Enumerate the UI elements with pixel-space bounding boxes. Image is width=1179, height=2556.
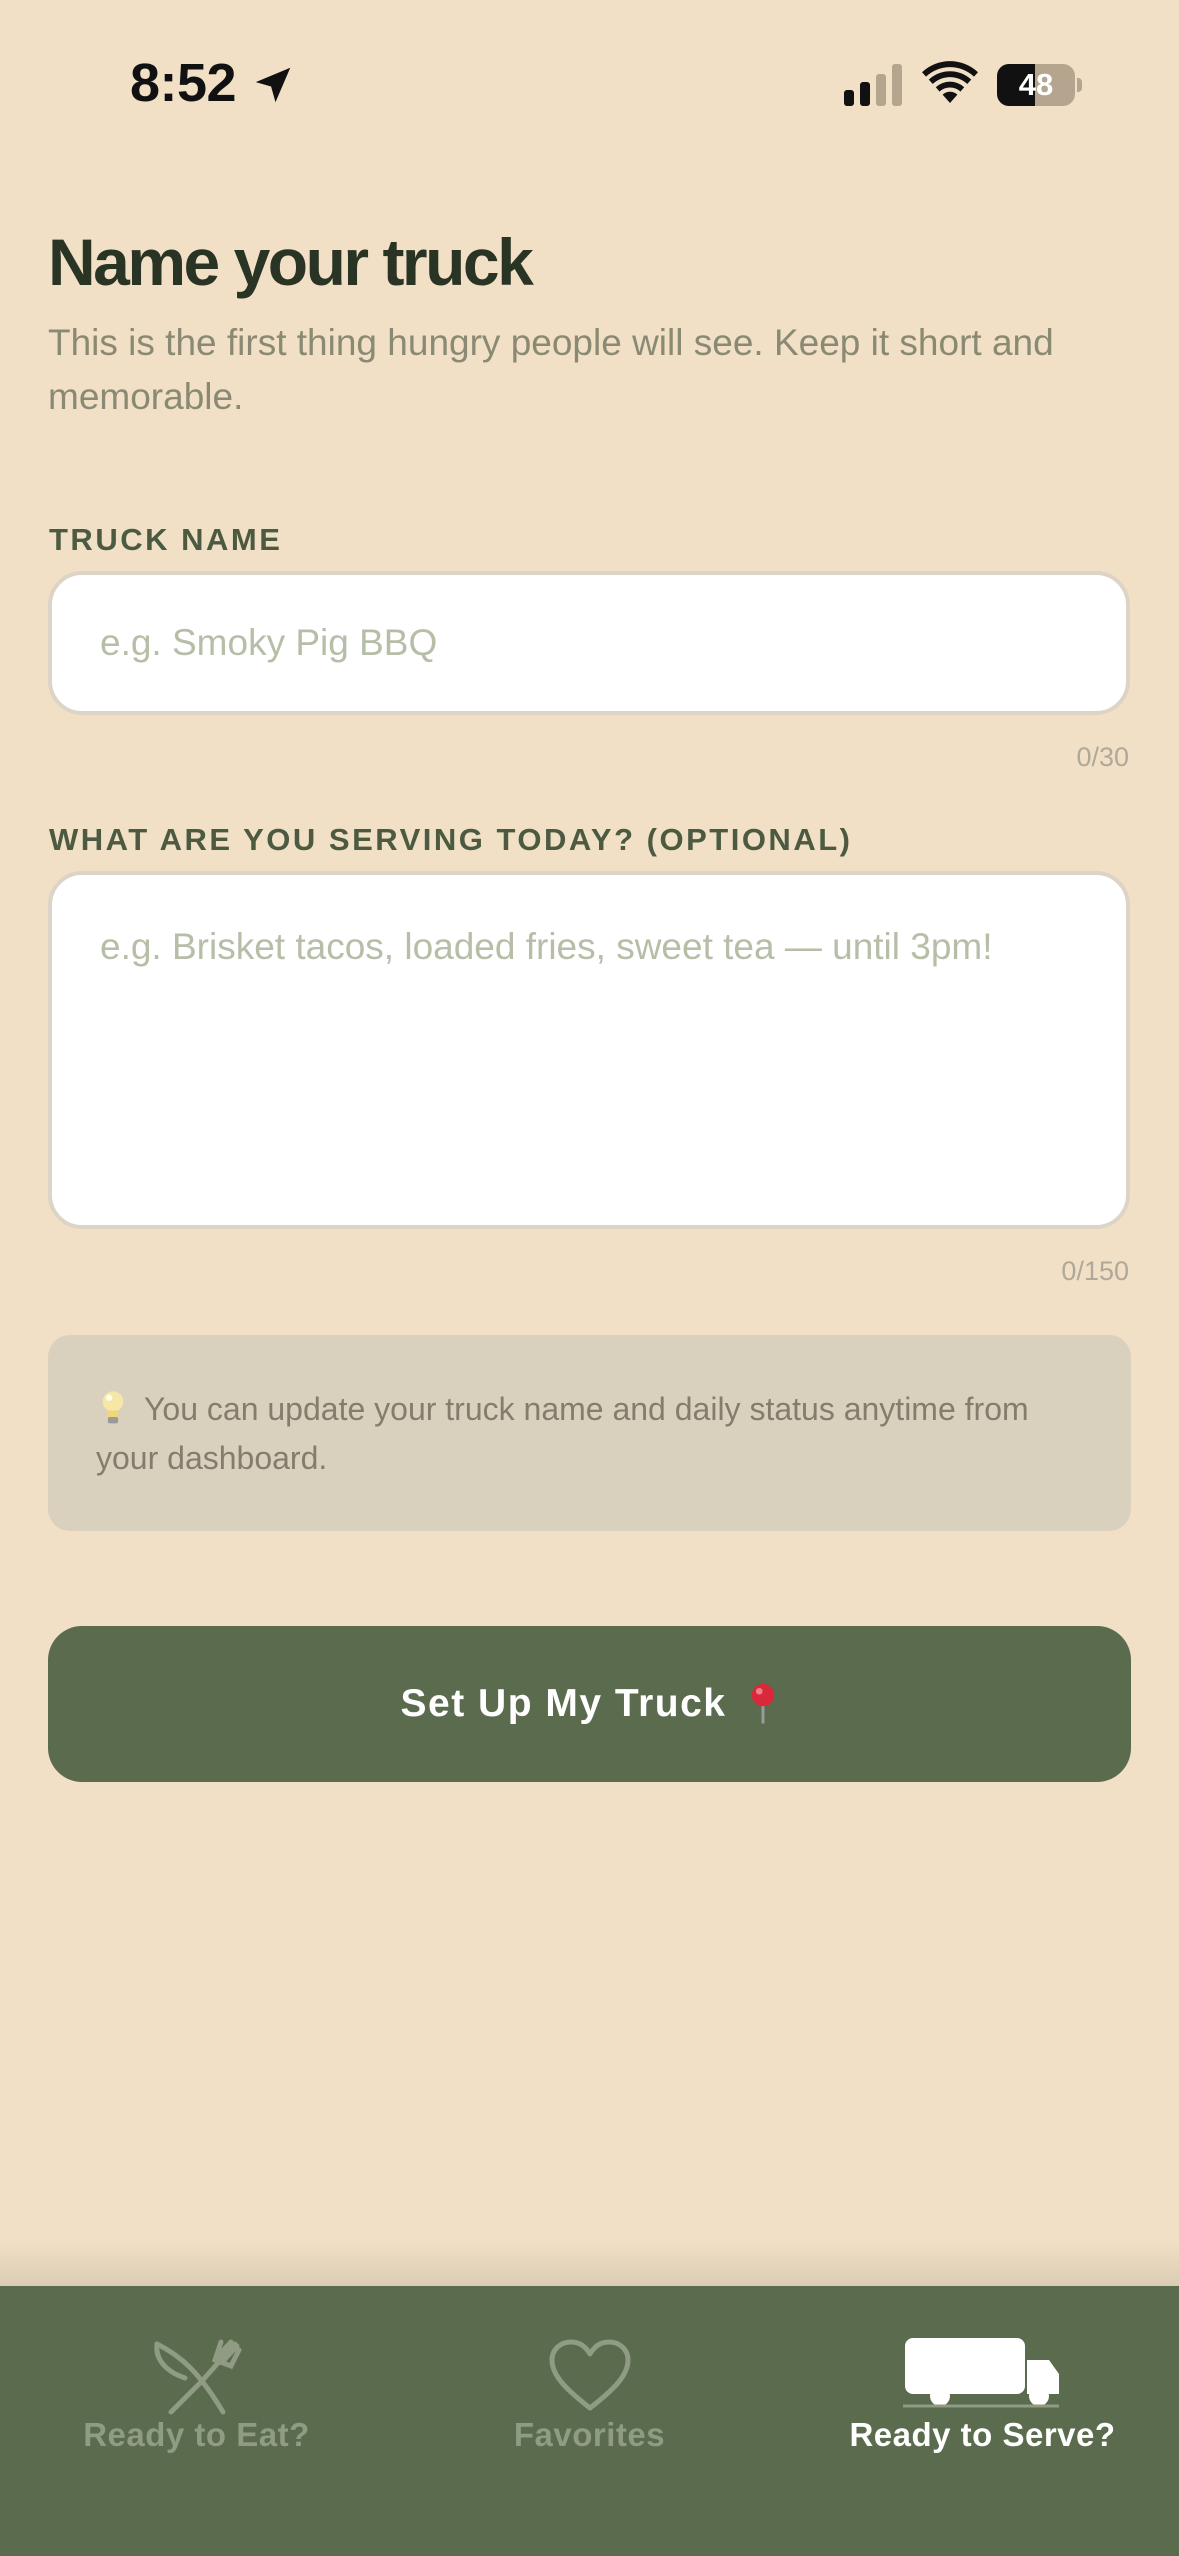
lightbulb-icon: [102, 1391, 124, 1424]
tab-ready-to-serve-label: Ready to Serve?: [849, 2416, 1116, 2453]
battery-level: 48: [1018, 67, 1054, 102]
status-time: 8:52: [130, 53, 237, 113]
serving-textarea[interactable]: [48, 871, 1130, 1229]
tab-ready-to-serve[interactable]: Ready to Serve?: [786, 2286, 1179, 2486]
serving-label: WHAT ARE YOU SERVING TODAY? (OPTIONAL): [49, 822, 853, 857]
truck-icon: [902, 2338, 1059, 2408]
tab-ready-to-eat-label: Ready to Eat?: [83, 2416, 310, 2453]
screen: 8:52 48 Name your truck This is the firs…: [0, 0, 1179, 2556]
page-title: Name your truck: [48, 225, 534, 299]
truck-name-label: TRUCK NAME: [49, 522, 283, 557]
heart-icon: [549, 2339, 630, 2411]
tab-favorites-label: Favorites: [513, 2416, 666, 2453]
tip-text: You can update your truck name and daily…: [96, 1391, 1029, 1476]
set-up-truck-button[interactable]: Set Up My Truck: [48, 1626, 1131, 1782]
battery-icon: 48: [997, 64, 1082, 106]
pin-icon: [752, 1683, 775, 1724]
page-subtitle: This is the first thing hungry people wi…: [48, 322, 1054, 417]
tab-bar: Ready to Eat? Favorites Ready to Serve?: [0, 2286, 1179, 2556]
serving-counter: 0/150: [1061, 1256, 1129, 1286]
truck-name-counter: 0/30: [1076, 742, 1129, 772]
truck-name-input[interactable]: [48, 571, 1130, 715]
set-up-truck-label: Set Up My Truck: [400, 1682, 727, 1725]
location-arrow-icon: [255, 67, 291, 103]
wifi-icon: [922, 61, 978, 103]
status-bar: 8:52 48: [0, 0, 1179, 160]
tip-box: You can update your truck name and daily…: [48, 1335, 1131, 1531]
tab-ready-to-eat[interactable]: Ready to Eat?: [0, 2286, 393, 2486]
utensils-crossed-icon: [153, 2339, 241, 2415]
tab-favorites[interactable]: Favorites: [393, 2286, 786, 2486]
cellular-signal-icon: [844, 64, 902, 106]
